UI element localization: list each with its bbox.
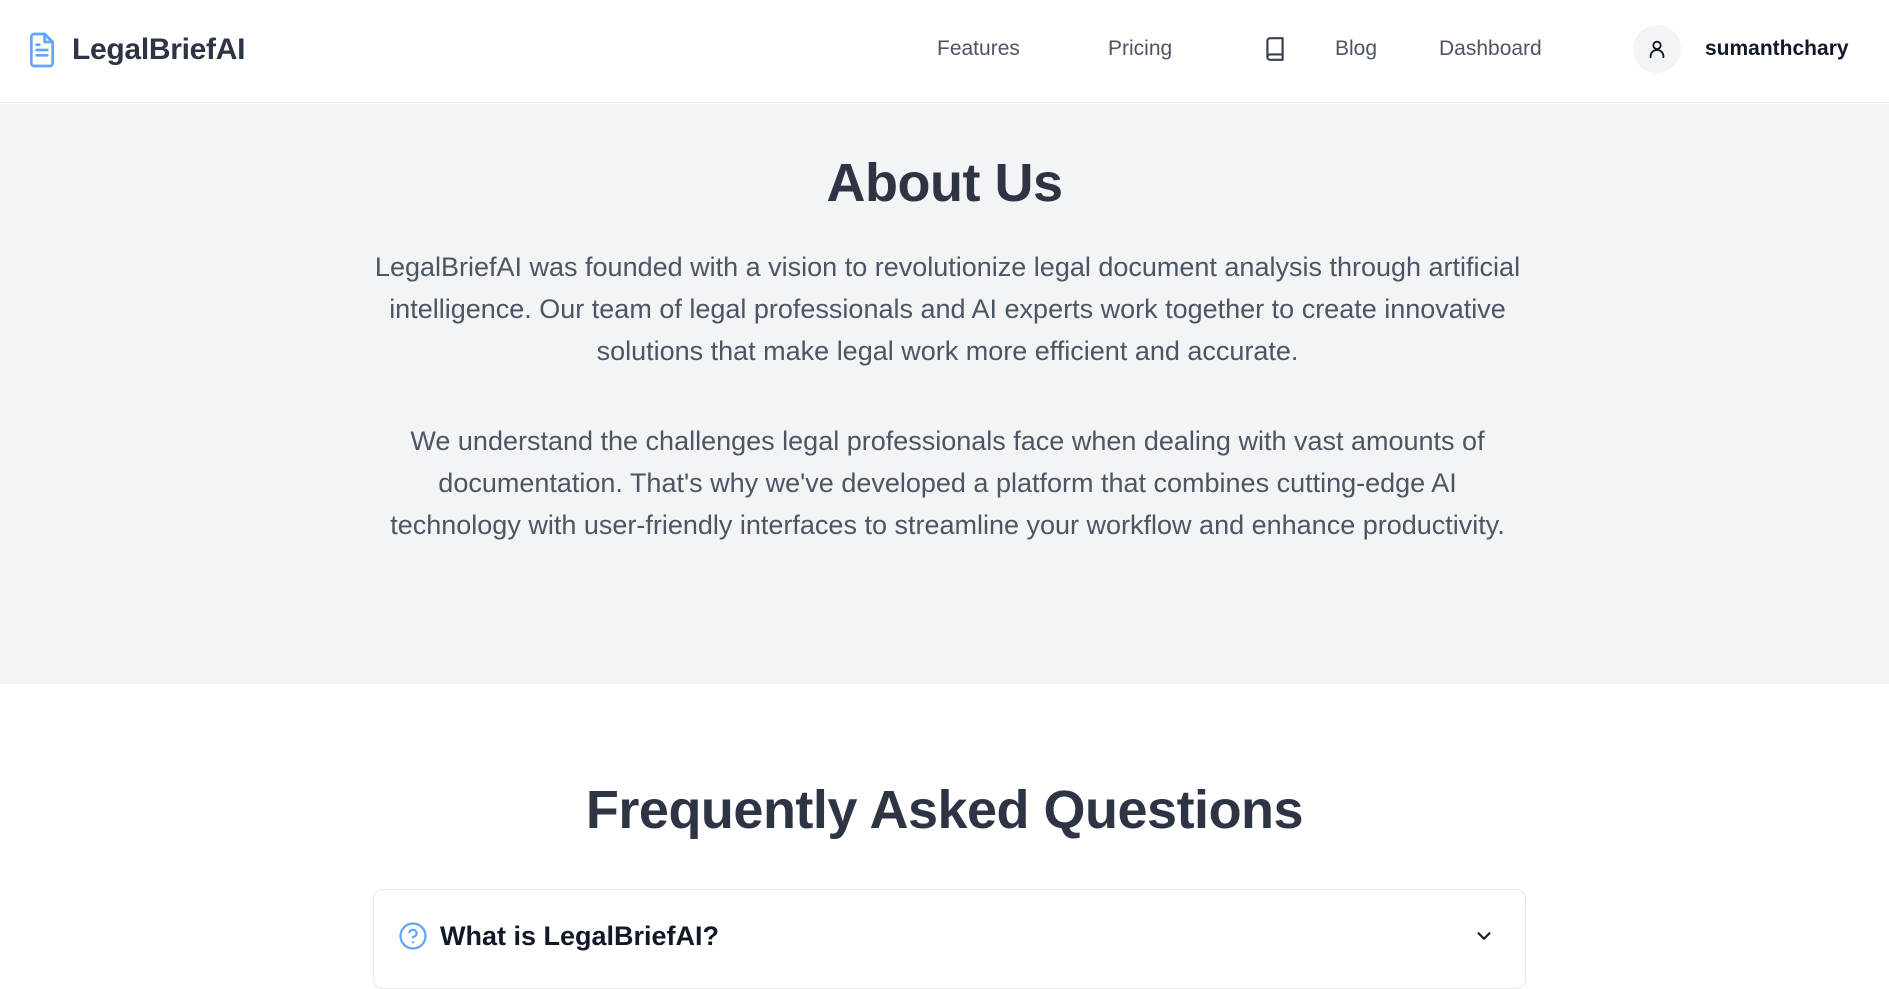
brand-logo-link[interactable]: LegalBriefAI bbox=[26, 30, 245, 70]
book-icon bbox=[1266, 37, 1284, 61]
help-circle-icon bbox=[398, 921, 428, 951]
nav-link-features[interactable]: Features bbox=[937, 34, 1020, 64]
nav-link-blog-label: Blog bbox=[1335, 37, 1378, 60]
nav-link-pricing[interactable]: Pricing bbox=[1108, 34, 1172, 64]
faq-question: What is LegalBriefAI? bbox=[440, 921, 720, 951]
user-icon bbox=[1649, 40, 1665, 59]
nav-link-blog[interactable]: Blog bbox=[1262, 34, 1377, 64]
document-icon bbox=[30, 32, 54, 68]
faq-title: Frequently Asked Questions bbox=[585, 780, 1304, 840]
chevron-down-icon[interactable] bbox=[1473, 925, 1495, 947]
brand-name: LegalBriefAI bbox=[72, 33, 246, 66]
about-paragraph: We understand the challenges legal profe… bbox=[390, 426, 1505, 540]
user-avatar-button[interactable] bbox=[1633, 25, 1681, 73]
faq-item[interactable]: What is LegalBriefAI? bbox=[373, 889, 1526, 989]
about-title: About Us bbox=[826, 153, 1063, 213]
top-navbar: LegalBriefAI Features Pricing Blog Dashb… bbox=[0, 0, 1889, 103]
nav-link-dashboard[interactable]: Dashboard bbox=[1439, 34, 1542, 64]
user-name[interactable]: sumanthchary bbox=[1705, 34, 1849, 64]
about-section: About Us LegalBriefAI was founded with a… bbox=[0, 104, 1889, 684]
about-paragraph: LegalBriefAI was founded with a vision t… bbox=[374, 252, 1521, 366]
